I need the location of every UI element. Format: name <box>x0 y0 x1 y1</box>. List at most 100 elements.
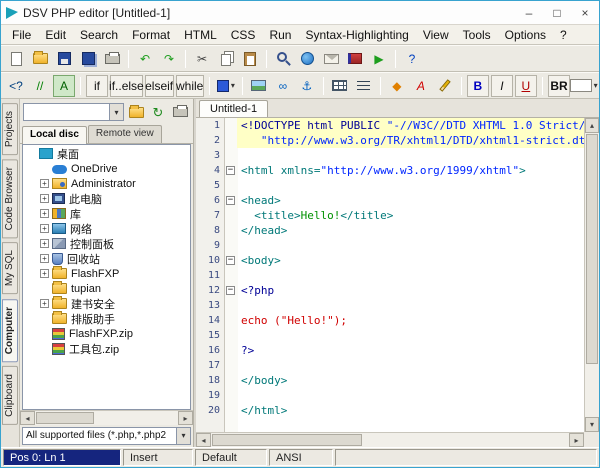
menu-html[interactable]: HTML <box>177 26 224 44</box>
text-color-button[interactable] <box>434 75 456 97</box>
find-button[interactable] <box>272 48 294 70</box>
tree-item[interactable]: 工具包.zip <box>23 341 190 356</box>
hyperlink-button[interactable]: ∞ <box>272 75 294 97</box>
expand-icon[interactable]: + <box>40 179 49 188</box>
scroll-down-icon[interactable]: ▾ <box>585 417 599 432</box>
expand-icon[interactable]: + <box>40 209 49 218</box>
editor-horizontal-scrollbar[interactable]: ◂ ▸ <box>196 432 584 447</box>
menu-file[interactable]: File <box>5 26 38 44</box>
code-line[interactable]: 1<!DOCTYPE html PUBLIC "-//W3C//DTD XHTM… <box>196 118 584 133</box>
code-line[interactable]: 18</body> <box>196 373 584 388</box>
code-editor[interactable]: 1<!DOCTYPE html PUBLIC "-//W3C//DTD XHTM… <box>196 118 584 432</box>
menu-tools[interactable]: Tools <box>456 26 498 44</box>
code-line[interactable]: 5 <box>196 178 584 193</box>
color-picker-button[interactable]: ▾ <box>215 75 237 97</box>
collapse-icon[interactable]: − <box>226 196 235 205</box>
redo-button[interactable]: ↷ <box>158 48 180 70</box>
tree-item[interactable]: +Administrator <box>23 176 190 191</box>
tree-item[interactable]: +库 <box>23 206 190 221</box>
menu-format[interactable]: Format <box>125 26 177 44</box>
code-line[interactable]: 10−<body> <box>196 253 584 268</box>
code-line[interactable]: 3 <box>196 148 584 163</box>
fold-gutter[interactable]: − <box>224 193 237 208</box>
tree-scroll-thumb[interactable] <box>36 412 94 424</box>
scroll-right-icon[interactable]: ▸ <box>569 433 584 447</box>
code-line[interactable]: 16?> <box>196 343 584 358</box>
italic-button[interactable]: I <box>491 75 513 97</box>
image-button[interactable] <box>248 75 270 97</box>
save-all-button[interactable] <box>77 48 99 70</box>
expand-icon[interactable]: + <box>40 254 49 263</box>
editor-vscroll-thumb[interactable] <box>586 134 598 364</box>
code-line[interactable]: 17 <box>196 358 584 373</box>
tree-item[interactable]: 桌面 <box>23 146 190 161</box>
side-tab-code-browser[interactable]: Code Browser <box>2 159 18 238</box>
tree-item[interactable]: 排版助手 <box>23 311 190 326</box>
code-line[interactable]: 19 <box>196 388 584 403</box>
path-combo[interactable]: ▾ <box>23 103 124 121</box>
fold-gutter[interactable]: − <box>224 163 237 178</box>
snippet-while-button[interactable]: while <box>176 75 204 97</box>
run-script-button[interactable]: ▶ <box>368 48 390 70</box>
save-button[interactable] <box>53 48 75 70</box>
collapse-icon[interactable]: − <box>226 166 235 175</box>
code-line[interactable]: 4−<html xmlns="http://www.w3.org/1999/xh… <box>196 163 584 178</box>
code-line[interactable]: 15 <box>196 328 584 343</box>
fold-gutter[interactable]: − <box>224 253 237 268</box>
expand-icon[interactable]: + <box>40 239 49 248</box>
editor-vscroll-track[interactable] <box>585 133 599 417</box>
tree-item[interactable]: +控制面板 <box>23 236 190 251</box>
maximize-button[interactable]: □ <box>543 1 571 24</box>
special-symbol-button[interactable]: ◆ <box>386 75 408 97</box>
menu-search[interactable]: Search <box>73 26 125 44</box>
menu-syntax-highlighting[interactable]: Syntax-Highlighting <box>298 26 415 44</box>
special-chars-button[interactable]: A <box>53 75 75 97</box>
menu-run[interactable]: Run <box>262 26 298 44</box>
help-button[interactable]: ? <box>401 48 423 70</box>
code-line[interactable]: 7 <title>Hello!</title> <box>196 208 584 223</box>
help-book-button[interactable] <box>344 48 366 70</box>
code-line[interactable]: 14echo ("Hello!"); <box>196 313 584 328</box>
editor-vertical-scrollbar[interactable]: ▴ ▾ <box>584 118 599 432</box>
menu-edit[interactable]: Edit <box>38 26 73 44</box>
snippet-elseif-button[interactable]: elseif <box>145 75 174 97</box>
print-button[interactable] <box>101 48 123 70</box>
new-folder-button[interactable] <box>126 102 146 122</box>
tree-item[interactable]: +建书安全 <box>23 296 190 311</box>
snippet-if-button[interactable]: if <box>86 75 108 97</box>
tree-item[interactable]: +此电脑 <box>23 191 190 206</box>
tree-horizontal-scrollbar[interactable]: ◂ ▸ <box>20 410 193 425</box>
scroll-up-icon[interactable]: ▴ <box>585 118 599 133</box>
tree-item[interactable]: tupian <box>23 281 190 296</box>
line-break-button[interactable]: BR <box>548 75 570 97</box>
code-line[interactable]: 11 <box>196 268 584 283</box>
code-line[interactable]: 20</html> <box>196 403 584 418</box>
tree-item[interactable]: FlashFXP.zip <box>23 326 190 341</box>
bold-button[interactable]: B <box>467 75 489 97</box>
file-filter-combo[interactable]: All supported files (*.php,*.php2 ▾ <box>22 427 191 445</box>
tab-local-disc[interactable]: Local disc <box>22 126 87 144</box>
tree-scroll-track[interactable] <box>35 411 178 425</box>
font-button[interactable]: A <box>410 75 432 97</box>
editor-hscroll-thumb[interactable] <box>212 434 362 446</box>
close-button[interactable]: × <box>571 1 599 24</box>
expand-icon[interactable]: + <box>40 269 49 278</box>
code-line[interactable]: 6−<head> <box>196 193 584 208</box>
snippet-if-else-button[interactable]: if..else <box>110 75 143 97</box>
code-line[interactable]: 9 <box>196 238 584 253</box>
tree-item[interactable]: +FlashFXP <box>23 266 190 281</box>
tab-remote-view[interactable]: Remote view <box>88 125 162 143</box>
undo-button[interactable]: ↶ <box>134 48 156 70</box>
side-tab-computer[interactable]: Computer <box>2 299 18 362</box>
scroll-right-icon[interactable]: ▸ <box>178 411 193 425</box>
tree-item[interactable]: OneDrive <box>23 161 190 176</box>
code-line[interactable]: 2 "http://www.w3.org/TR/xhtml1/DTD/xhtml… <box>196 133 584 148</box>
code-line[interactable]: 8</head> <box>196 223 584 238</box>
side-tab-clipboard[interactable]: Clipboard <box>2 366 18 425</box>
refresh-button[interactable]: ↻ <box>148 102 168 122</box>
print-list-button[interactable] <box>170 102 190 122</box>
scroll-left-icon[interactable]: ◂ <box>196 433 211 447</box>
anchor-button[interactable]: ⚓ <box>296 75 318 97</box>
side-tab-projects[interactable]: Projects <box>2 103 18 155</box>
code-line[interactable]: 12−<?php <box>196 283 584 298</box>
